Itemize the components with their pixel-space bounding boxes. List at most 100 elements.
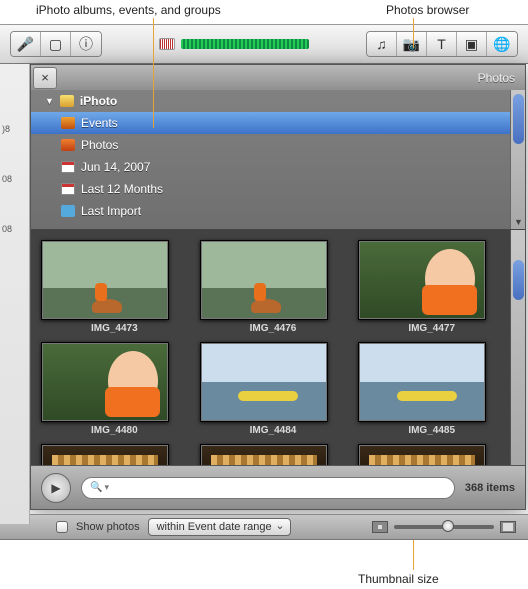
photo-name: IMG_4485 xyxy=(358,425,505,436)
thumbnail-grid-area: IMG_4473 IMG_4476 IMG_4477 IMG_4480 IMG_… xyxy=(31,230,525,465)
titles-browser-button[interactable]: T xyxy=(427,32,457,56)
annotation-callout-line xyxy=(413,540,414,570)
timeline-mark: 08 xyxy=(2,174,27,184)
tree-item-photos[interactable]: Photos xyxy=(31,134,525,156)
photo-name: IMG_4480 xyxy=(41,425,188,436)
voice-memo-button[interactable]: 🎤 xyxy=(11,32,41,56)
photo-thumbnail[interactable] xyxy=(41,240,169,320)
annotation-callout-line xyxy=(413,18,414,48)
date-range-popup[interactable]: within Event date range xyxy=(148,518,291,536)
close-icon: × xyxy=(41,70,49,85)
disclosure-triangle-icon[interactable]: ▼ xyxy=(45,96,54,106)
item-count-label: 368 items xyxy=(465,482,515,494)
photo-thumbnail[interactable] xyxy=(41,342,169,422)
calendar-icon xyxy=(61,183,75,195)
photo-thumbnail[interactable] xyxy=(358,342,486,422)
photo-thumbnail[interactable] xyxy=(200,342,328,422)
timeline-mark: 08 xyxy=(2,224,27,234)
photo-cell[interactable]: IMG_4485 xyxy=(358,342,505,436)
play-icon: ▶ xyxy=(51,481,60,495)
tree-scrollbar[interactable]: ▲ ▼ xyxy=(510,90,525,229)
footer-bar: Show photos within Event date range xyxy=(0,514,528,540)
thumbnail-size-control xyxy=(372,521,516,533)
thumbnail-size-slider[interactable] xyxy=(394,525,494,529)
panel-close-button[interactable]: × xyxy=(33,67,57,89)
photo-name: IMG_4484 xyxy=(200,425,347,436)
crop-icon: ▢ xyxy=(49,36,62,53)
photos-browser-button[interactable]: 📷 xyxy=(397,32,427,56)
crop-button[interactable]: ▢ xyxy=(41,32,71,56)
photo-thumbnail[interactable] xyxy=(358,240,486,320)
annotation-callout-line xyxy=(153,18,154,128)
text-icon: T xyxy=(437,36,446,52)
tree-item-last12[interactable]: Last 12 Months xyxy=(31,178,525,200)
scrollbar-thumb[interactable] xyxy=(513,94,524,144)
photo-cell[interactable]: IMG_4473 xyxy=(41,240,188,334)
info-button[interactable]: ⓘ xyxy=(71,32,101,56)
popup-value: within Event date range xyxy=(157,521,272,533)
grid-scrollbar[interactable] xyxy=(510,230,525,465)
photo-name: IMG_4477 xyxy=(358,323,505,334)
photo-thumbnail[interactable] xyxy=(358,444,486,465)
search-icon: 🔍 xyxy=(90,482,102,493)
annotation-albums-label: iPhoto albums, events, and groups xyxy=(36,3,221,17)
tree-item-label: Jun 14, 2007 xyxy=(81,160,150,174)
tree-root-iphoto[interactable]: ▼ iPhoto xyxy=(31,90,525,112)
thumbnail-large-icon[interactable] xyxy=(500,521,516,533)
photo-name: IMG_4473 xyxy=(41,323,188,334)
timeline-mark: )8 xyxy=(2,124,27,134)
tree-item-label: Last 12 Months xyxy=(81,182,163,196)
tree-item-label: Events xyxy=(81,116,118,130)
photo-cell[interactable] xyxy=(41,444,188,465)
import-icon xyxy=(61,205,75,217)
toolbar: 🎤 ▢ ⓘ ♫ 📷 T ▣ 🌐 xyxy=(0,24,528,64)
search-dropdown-icon[interactable]: ▾ xyxy=(104,482,109,493)
photos-icon xyxy=(61,139,75,151)
music-browser-button[interactable]: ♫ xyxy=(367,32,397,56)
events-icon xyxy=(61,117,75,129)
photo-thumbnail[interactable] xyxy=(41,444,169,465)
timeline-rail: )8 08 08 xyxy=(0,64,30,524)
photo-cell[interactable]: IMG_4484 xyxy=(200,342,347,436)
play-slideshow-button[interactable]: ▶ xyxy=(41,473,71,503)
iphoto-icon xyxy=(60,95,74,107)
source-tree: ▼ iPhoto Events Photos Jun 14, 2007 Last… xyxy=(31,90,525,230)
annotation-thumbnail-size-label: Thumbnail size xyxy=(358,572,439,586)
panel-bottom-bar: ▶ 🔍 ▾ 368 items xyxy=(31,465,525,509)
annotation-browser-label: Photos browser xyxy=(386,3,469,17)
photo-thumbnail[interactable] xyxy=(200,240,328,320)
tree-item-date[interactable]: Jun 14, 2007 xyxy=(31,156,525,178)
search-input[interactable]: 🔍 ▾ xyxy=(81,477,455,499)
maps-browser-button[interactable]: 🌐 xyxy=(487,32,517,56)
photo-cell[interactable]: IMG_4477 xyxy=(358,240,505,334)
photo-cell[interactable] xyxy=(358,444,505,465)
tree-item-label: Photos xyxy=(81,138,118,152)
microphone-icon: 🎤 xyxy=(17,36,34,53)
tree-item-events[interactable]: Events xyxy=(31,112,525,134)
info-icon: ⓘ xyxy=(79,34,93,54)
photos-browser-panel: × Photos ▼ iPhoto Events Photos Jun 14, … xyxy=(30,64,526,510)
tree-item-last-import[interactable]: Last Import xyxy=(31,200,525,222)
thumbnail-small-icon[interactable] xyxy=(372,521,388,533)
camera-icon: 📷 xyxy=(403,36,420,53)
photo-cell[interactable] xyxy=(200,444,347,465)
music-icon: ♫ xyxy=(376,36,387,52)
scroll-down-arrow-icon[interactable]: ▼ xyxy=(514,217,523,227)
tree-root-label: iPhoto xyxy=(80,94,117,108)
photo-thumbnail[interactable] xyxy=(200,444,328,465)
audio-level-meter xyxy=(159,36,309,52)
photo-cell[interactable]: IMG_4476 xyxy=(200,240,347,334)
scrollbar-thumb[interactable] xyxy=(513,260,524,300)
transition-icon: ▣ xyxy=(465,36,478,53)
panel-header: × Photos xyxy=(31,65,525,90)
calendar-icon xyxy=(61,161,75,173)
tree-item-label: Last Import xyxy=(81,204,141,218)
panel-title: Photos xyxy=(478,71,515,85)
show-photos-checkbox[interactable] xyxy=(56,521,68,533)
globe-icon: 🌐 xyxy=(493,36,510,53)
slider-knob[interactable] xyxy=(442,520,454,532)
photo-cell[interactable]: IMG_4480 xyxy=(41,342,188,436)
transitions-browser-button[interactable]: ▣ xyxy=(457,32,487,56)
photo-name: IMG_4476 xyxy=(200,323,347,334)
audio-skimming-icon[interactable] xyxy=(159,38,175,50)
